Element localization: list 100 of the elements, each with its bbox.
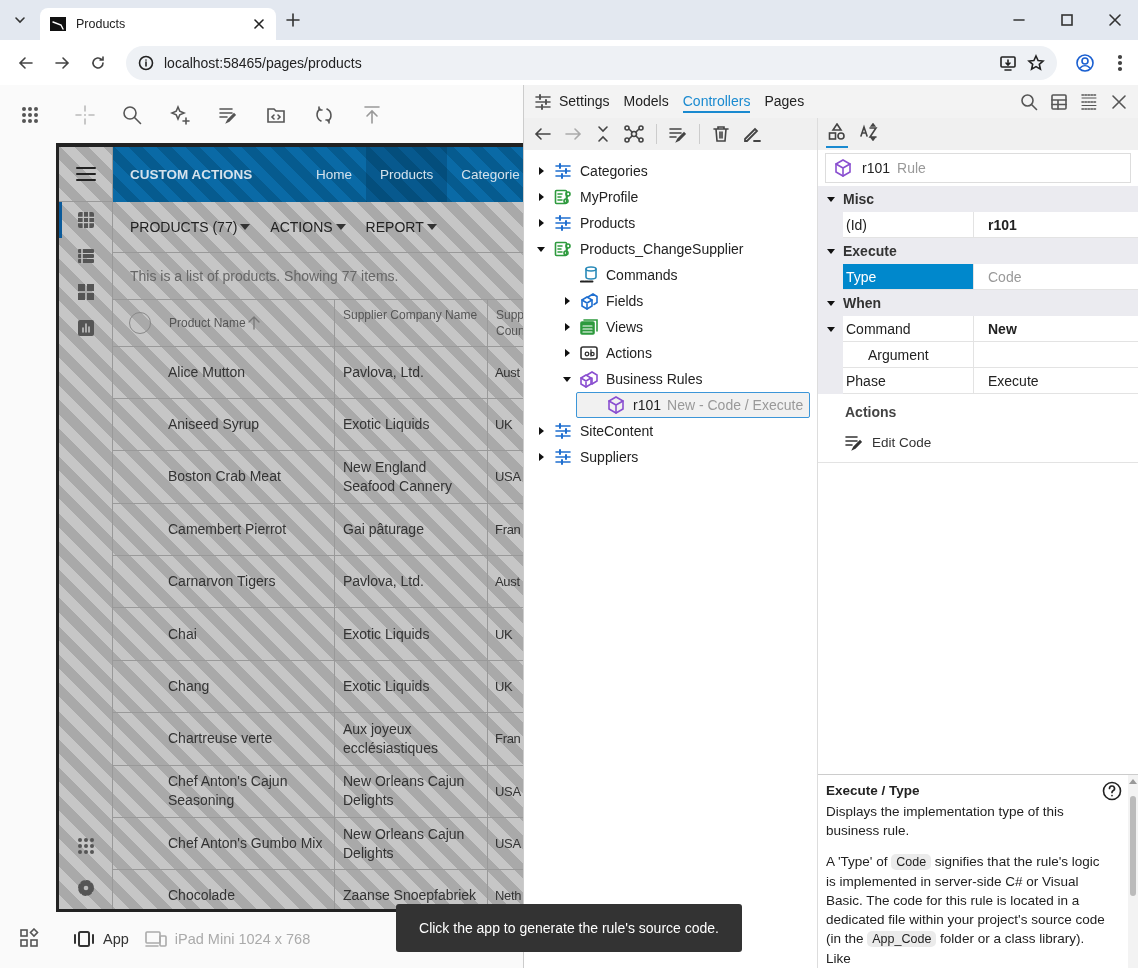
- apps-icon[interactable]: [20, 105, 40, 125]
- search-icon[interactable]: [122, 105, 142, 125]
- column-header[interactable]: Product Name: [169, 315, 246, 330]
- table-cell-text: New Orleans Cajun Delights: [343, 772, 466, 811]
- close-window-icon[interactable]: [1106, 11, 1124, 29]
- sparkle-icon[interactable]: [170, 105, 190, 125]
- new-tab-icon[interactable]: [284, 11, 302, 29]
- controller-icon: [554, 448, 572, 466]
- more-menu-icon[interactable]: [1117, 53, 1123, 72]
- property-group: Misc: [843, 191, 875, 207]
- tree-item[interactable]: Fields: [550, 288, 817, 314]
- help-paragraph: Displays the implementation type of this business rule.: [826, 803, 1065, 840]
- code-folder-icon[interactable]: [266, 105, 286, 125]
- collapse-arrow-icon[interactable]: [825, 194, 836, 204]
- designer-tab[interactable]: Controllers: [682, 90, 751, 113]
- address-bar[interactable]: localhost:58465/pages/products: [126, 45, 1057, 80]
- property-value[interactable]: New: [974, 316, 1138, 342]
- edit-list-icon[interactable]: [218, 105, 238, 125]
- tree-item[interactable]: MyProfile: [524, 184, 817, 210]
- property-value[interactable]: Execute: [974, 368, 1138, 394]
- property-name[interactable]: Command: [843, 316, 974, 342]
- table-cell-text: Fran: [495, 730, 521, 749]
- layout-icon[interactable]: [19, 927, 39, 948]
- tree-item[interactable]: Business Rules: [550, 366, 817, 392]
- property-name[interactable]: Type: [843, 264, 974, 290]
- info-icon: [138, 54, 154, 71]
- browser-tab[interactable]: Products: [40, 8, 276, 40]
- tree-item[interactable]: r101 New - Code / Execute: [576, 392, 811, 418]
- tree-item[interactable]: SiteContent: [524, 418, 817, 444]
- scroll-up-icon[interactable]: [1129, 778, 1137, 784]
- search-icon[interactable]: [1020, 92, 1038, 111]
- column-header[interactable]: Supplier Company Name: [343, 307, 478, 322]
- sync-icon[interactable]: [314, 105, 334, 125]
- collapse-arrow-icon[interactable]: [825, 324, 836, 334]
- apps-icon[interactable]: [76, 837, 95, 855]
- sort-tab[interactable]: [826, 120, 848, 148]
- tree-item[interactable]: Views: [550, 314, 817, 340]
- help-icon[interactable]: [1102, 781, 1122, 801]
- close-icon[interactable]: [252, 17, 266, 31]
- table-cell: Chang: [168, 676, 210, 696]
- edit-list-icon[interactable]: [669, 125, 687, 143]
- dropdown-menu[interactable]: ACTIONS: [270, 219, 346, 236]
- nav-link[interactable]: Products: [366, 147, 448, 202]
- menu-icon[interactable]: [75, 166, 96, 182]
- table-icon[interactable]: [1050, 92, 1068, 111]
- property-name[interactable]: Phase: [843, 368, 974, 394]
- favicon-icon: [50, 16, 66, 32]
- table-cell-text: USA: [495, 835, 521, 854]
- collapse-arrow-icon[interactable]: [536, 244, 546, 254]
- object-selector[interactable]: r101 Rule: [825, 153, 1131, 183]
- delete-icon[interactable]: [712, 125, 730, 143]
- tree-item[interactable]: Commands: [550, 262, 817, 288]
- settings-sliders-icon[interactable]: [534, 92, 552, 111]
- collapse-arrow-icon[interactable]: [825, 298, 836, 308]
- table-cell: Aniseed Syrup: [168, 415, 260, 435]
- expand-arrow-icon[interactable]: [536, 166, 546, 176]
- tree-item[interactable]: Products: [524, 210, 817, 236]
- tree-item[interactable]: Actions: [550, 340, 817, 366]
- expand-arrow-icon[interactable]: [536, 426, 546, 436]
- expand-arrow-icon[interactable]: [562, 296, 572, 306]
- designer-tab[interactable]: Models: [623, 90, 669, 113]
- install-icon[interactable]: [999, 53, 1017, 72]
- property-name[interactable]: Argument: [843, 342, 974, 368]
- collapse-arrow-icon[interactable]: [562, 374, 572, 384]
- property-value[interactable]: r101: [974, 212, 1138, 238]
- table-cell: Chef Anton's Gumbo Mix: [168, 834, 323, 854]
- maximize-icon[interactable]: [1058, 11, 1076, 29]
- settings-icon[interactable]: [75, 878, 96, 898]
- dropdown-menu[interactable]: REPORT: [365, 219, 437, 236]
- dropdown-menu[interactable]: PRODUCTS (77): [130, 219, 251, 236]
- expand-arrow-icon[interactable]: [562, 348, 572, 358]
- table-cell: Exotic Liquids: [343, 415, 430, 435]
- text-field-icon: [580, 344, 598, 362]
- device-button[interactable]: App: [73, 930, 129, 948]
- tree-item[interactable]: Suppliers: [524, 444, 817, 470]
- table-cell-text: Aust: [495, 573, 520, 592]
- grid-lines-icon[interactable]: [1080, 92, 1098, 111]
- expand-arrow-icon[interactable]: [536, 452, 546, 462]
- nav-link[interactable]: Home: [302, 147, 366, 202]
- upload-icon[interactable]: [362, 105, 382, 125]
- designer-tab[interactable]: Pages: [764, 90, 805, 113]
- collapse-arrow-icon[interactable]: [825, 246, 836, 256]
- nav-link[interactable]: Categorie: [447, 147, 523, 202]
- tree-item[interactable]: Products_ChangeSupplier: [524, 236, 817, 262]
- close-icon[interactable]: [1110, 92, 1128, 111]
- back-icon[interactable]: [534, 125, 552, 143]
- designer-tab[interactable]: Settings: [559, 90, 610, 113]
- tree-item[interactable]: Categories: [524, 158, 817, 184]
- property-name[interactable]: (Id): [843, 212, 974, 238]
- reload-icon[interactable]: [89, 53, 107, 72]
- action-link[interactable]: Edit Code: [845, 430, 1138, 454]
- scrollbar-thumb[interactable]: [1130, 796, 1136, 896]
- cube-icon: [834, 159, 852, 177]
- hierarchy-icon[interactable]: [624, 124, 644, 144]
- expand-arrow-icon[interactable]: [536, 218, 546, 228]
- table-cell-text: Fran: [495, 520, 521, 539]
- expand-arrow-icon[interactable]: [536, 192, 546, 202]
- profile-icon[interactable]: [1075, 52, 1095, 73]
- expand-arrow-icon[interactable]: [562, 322, 572, 332]
- bookmark-star-icon[interactable]: [1027, 53, 1045, 72]
